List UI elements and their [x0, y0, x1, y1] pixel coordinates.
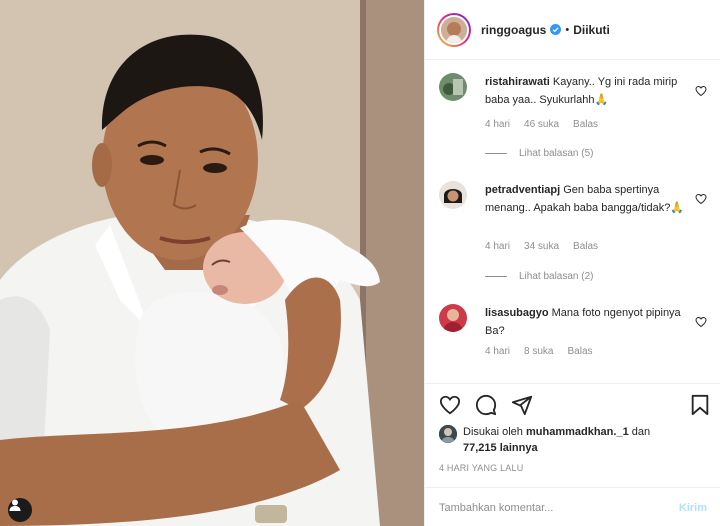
comment-text: ristahirawati Kayany.. Yg ini rada mirip… — [485, 73, 685, 109]
likes-prefix: Disukai oleh — [463, 426, 523, 438]
post-side-panel: ringgoagus • Diikuti ristahirawati Kayan… — [424, 0, 720, 526]
verified-badge-icon — [550, 24, 562, 35]
comment-bubble-icon[interactable] — [475, 394, 497, 419]
liker-username[interactable]: muhammadkhan._1 — [526, 426, 629, 438]
author-username[interactable]: ringgoagus — [481, 23, 546, 37]
comment-item: petradventiapj Gen baba spertinya menang… — [439, 181, 709, 282]
comment-like-heart-icon[interactable] — [695, 85, 707, 100]
instagram-post: ringgoagus • Diikuti ristahirawati Kayan… — [0, 0, 720, 526]
comment-likes[interactable]: 46 suka — [524, 119, 559, 130]
commenter-avatar[interactable] — [439, 73, 467, 101]
view-replies-button[interactable]: Lihat balasan (5) — [485, 148, 594, 159]
view-replies-label[interactable]: Lihat balasan (2) — [519, 271, 594, 282]
comment-like-heart-icon[interactable] — [695, 193, 707, 208]
comment-text: lisasubagyo Mana foto ngenyot pipinya Ba… — [485, 304, 685, 340]
comment-item: ristahirawati Kayany.. Yg ini rada mirip… — [439, 73, 709, 173]
commenter-avatar[interactable] — [439, 181, 467, 209]
comment-text: petradventiapj Gen baba spertinya menang… — [485, 181, 685, 217]
view-replies-button[interactable]: Lihat balasan (2) — [485, 271, 594, 282]
comment-meta: 4 hari 46 suka Balas — [485, 119, 598, 130]
post-date[interactable]: 4 HARI YANG LALU — [439, 463, 523, 473]
comment-time: 4 hari — [485, 119, 511, 130]
comments-list: ristahirawati Kayany.. Yg ini rada mirip… — [425, 61, 720, 383]
reply-button[interactable]: Balas — [573, 241, 598, 252]
post-actions-area: Disukai oleh muhammadkhan._1 dan 77,215 … — [425, 383, 720, 526]
separator-dot: • — [565, 23, 570, 36]
send-comment-button[interactable]: Kirim — [679, 502, 707, 514]
post-photo[interactable] — [0, 0, 424, 526]
commenter-username[interactable]: lisasubagyo — [485, 307, 549, 319]
post-header: ringgoagus • Diikuti — [425, 0, 720, 60]
likes-summary: Disukai oleh muhammadkhan._1 dan 77,215 … — [439, 424, 709, 456]
comment-item: lisasubagyo Mana foto ngenyot pipinya Ba… — [439, 304, 709, 374]
author-avatar-image — [439, 14, 469, 45]
tagged-user-icon[interactable] — [8, 498, 32, 522]
action-icons-row — [439, 394, 711, 420]
liker-avatar[interactable] — [439, 425, 457, 443]
commenter-avatar[interactable] — [439, 304, 467, 332]
replies-divider — [485, 153, 507, 154]
add-comment-bar: Kirim — [425, 487, 720, 526]
author-avatar[interactable] — [437, 12, 471, 47]
replies-divider — [485, 276, 507, 277]
photo-illustration — [0, 0, 424, 526]
bookmark-icon[interactable] — [689, 394, 711, 419]
reply-button[interactable]: Balas — [567, 346, 592, 357]
comment-time: 4 hari — [485, 346, 511, 357]
commenter-username[interactable]: ristahirawati — [485, 76, 550, 88]
commenter-username[interactable]: petradventiapj — [485, 184, 560, 196]
comment-input[interactable] — [439, 501, 679, 514]
reply-button[interactable]: Balas — [573, 119, 598, 130]
paper-plane-icon[interactable] — [511, 394, 533, 419]
author-avatar-picture — [441, 16, 467, 43]
comment-like-heart-icon[interactable] — [695, 316, 707, 331]
comment-meta: 4 hari 8 suka Balas — [485, 346, 593, 357]
follow-status-button[interactable]: Diikuti — [573, 23, 610, 37]
comment-meta: 4 hari 34 suka Balas — [485, 241, 598, 252]
likes-connector: dan — [631, 426, 651, 438]
view-replies-label[interactable]: Lihat balasan (5) — [519, 148, 594, 159]
heart-icon[interactable] — [439, 394, 461, 419]
comment-time: 4 hari — [485, 241, 511, 252]
comment-likes[interactable]: 34 suka — [524, 241, 559, 252]
comment-likes[interactable]: 8 suka — [524, 346, 553, 357]
likes-text: Disukai oleh muhammadkhan._1 dan 77,215 … — [439, 424, 709, 456]
person-glyph — [9, 499, 21, 511]
likes-count[interactable]: 77,215 lainnya — [463, 442, 538, 454]
